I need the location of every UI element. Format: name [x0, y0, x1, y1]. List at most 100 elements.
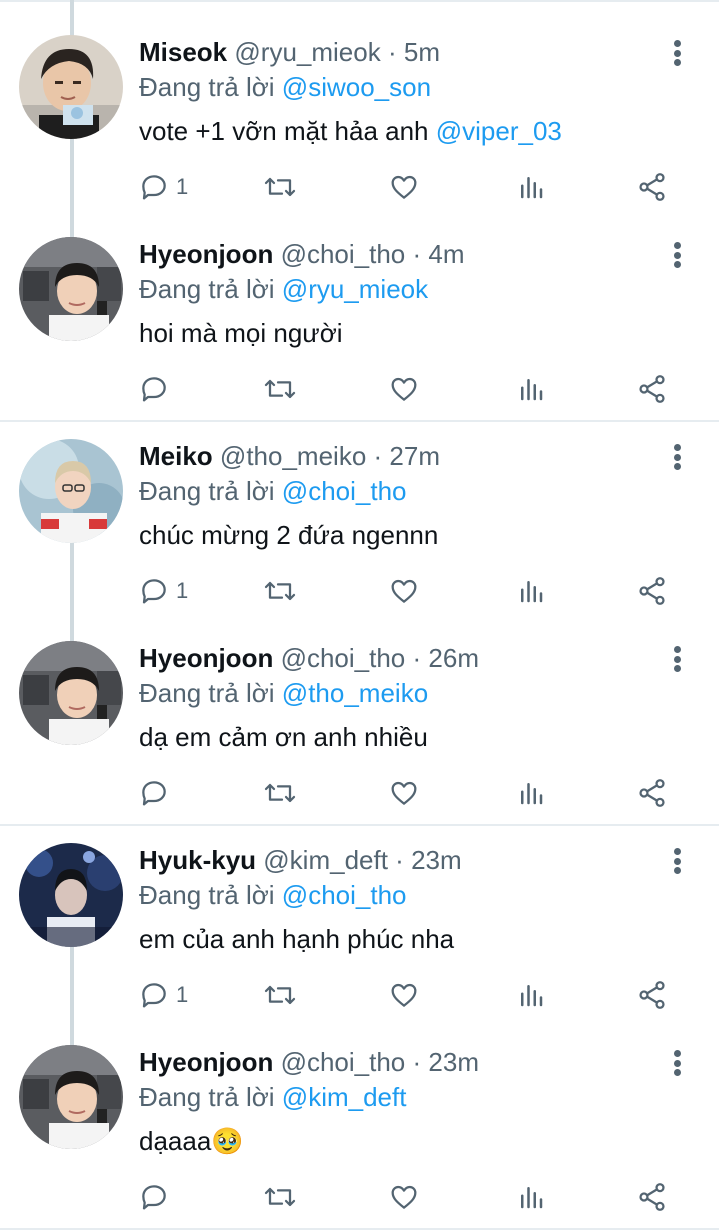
replying-to-mention[interactable]: @choi_tho — [282, 476, 407, 506]
reply-icon — [142, 579, 166, 604]
replying-to-label: Đang trả lời — [139, 72, 275, 102]
stats-button[interactable] — [516, 571, 546, 611]
like-button[interactable] — [388, 167, 420, 207]
stats-icon — [521, 177, 543, 199]
share-icon — [639, 375, 665, 403]
avatar-hyeonjoon[interactable] — [19, 237, 123, 341]
retweet-icon — [264, 985, 296, 1005]
share-button[interactable] — [636, 369, 668, 409]
replying-to-mention[interactable]: @siwoo_son — [282, 72, 431, 102]
stats-button[interactable] — [516, 1177, 546, 1217]
reply-icon — [142, 983, 166, 1008]
share-button[interactable] — [636, 773, 668, 813]
replying-to-mention[interactable]: @ryu_mieok — [282, 274, 428, 304]
like-button[interactable] — [388, 571, 420, 611]
reply-button[interactable] — [138, 1177, 170, 1217]
display-name[interactable]: Meiko — [139, 441, 213, 471]
reply-button[interactable]: 1 — [138, 571, 188, 611]
retweet-button[interactable] — [262, 167, 298, 207]
retweet-icon — [264, 177, 296, 197]
user-handle[interactable]: @ryu_mieok — [234, 37, 380, 67]
tweet[interactable]: Hyeonjoon @choi_tho · 26m Đang trả lời @… — [0, 606, 719, 808]
tweet[interactable]: Hyeonjoon @choi_tho · 4m Đang trả lời @r… — [0, 202, 719, 404]
retweet-button[interactable] — [262, 975, 298, 1015]
user-handle[interactable]: @choi_tho — [281, 643, 406, 673]
reply-button[interactable] — [138, 369, 170, 409]
more-icon[interactable] — [664, 844, 690, 878]
avatar-meiko[interactable] — [19, 439, 123, 543]
retweet-button[interactable] — [262, 773, 298, 813]
more-icon[interactable] — [664, 1046, 690, 1080]
reply-button[interactable]: 1 — [138, 167, 188, 207]
replying-to-mention[interactable]: @choi_tho — [282, 880, 407, 910]
timestamp[interactable]: 4m — [428, 239, 464, 269]
user-handle[interactable]: @choi_tho — [281, 1047, 406, 1077]
stats-button[interactable] — [516, 975, 546, 1015]
reply-icon — [142, 377, 166, 402]
tweet[interactable]: Meiko @tho_meiko · 27m Đang trả lời @cho… — [0, 404, 719, 606]
reply-button[interactable] — [138, 773, 170, 813]
share-button[interactable] — [636, 571, 668, 611]
tweet-text-part: chúc mừng 2 đứa ngennn — [139, 520, 439, 550]
display-name[interactable]: Hyeonjoon — [139, 643, 273, 673]
share-button[interactable] — [636, 1177, 668, 1217]
stats-button[interactable] — [516, 773, 546, 813]
more-icon[interactable] — [664, 642, 690, 676]
separator-dot: · — [373, 441, 383, 471]
display-name[interactable]: Miseok — [139, 37, 227, 67]
user-handle[interactable]: @tho_meiko — [220, 441, 366, 471]
reply-button[interactable]: 1 — [138, 975, 188, 1015]
stats-icon — [521, 985, 543, 1007]
stats-button[interactable] — [516, 369, 546, 409]
replying-to-label: Đang trả lời — [139, 1082, 275, 1112]
reply-icon — [142, 1185, 166, 1210]
timestamp[interactable]: 23m — [411, 845, 462, 875]
more-icon[interactable] — [664, 440, 690, 474]
tweet[interactable]: Hyuk-kyu @kim_deft · 23m Đang trả lời @c… — [0, 808, 719, 1010]
retweet-button[interactable] — [262, 571, 298, 611]
avatar-miseok[interactable] — [19, 35, 123, 139]
tweet[interactable]: Miseok @ryu_mieok · 5m Đang trả lời @siw… — [0, 0, 719, 202]
avatar-hyeonjoon[interactable] — [19, 1045, 123, 1149]
tweet-text-part: hoi mà mọi người — [139, 318, 343, 348]
like-button[interactable] — [388, 975, 420, 1015]
timestamp[interactable]: 23m — [428, 1047, 479, 1077]
tweet-header: Hyeonjoon @choi_tho · 23m — [139, 1046, 479, 1078]
retweet-icon — [264, 379, 296, 399]
avatar-hyeonjoon[interactable] — [19, 641, 123, 745]
retweet-icon — [264, 581, 296, 601]
display-name[interactable]: Hyeonjoon — [139, 239, 273, 269]
stats-button[interactable] — [516, 167, 546, 207]
tweet-header: Miseok @ryu_mieok · 5m — [139, 36, 440, 68]
display-name[interactable]: Hyuk-kyu — [139, 845, 256, 875]
reply-icon — [142, 175, 166, 200]
tweet-header: Meiko @tho_meiko · 27m — [139, 440, 440, 472]
timestamp[interactable]: 5m — [404, 37, 440, 67]
stats-icon — [521, 379, 543, 401]
action-bar: 1 — [0, 167, 719, 207]
tweet[interactable]: Hyeonjoon @choi_tho · 23m Đang trả lời @… — [0, 1010, 719, 1212]
retweet-button[interactable] — [262, 1177, 298, 1217]
more-icon[interactable] — [664, 36, 690, 70]
more-icon[interactable] — [664, 238, 690, 272]
timestamp[interactable]: 26m — [428, 643, 479, 673]
like-button[interactable] — [388, 369, 420, 409]
replying-to: Đang trả lời @kim_deft — [139, 1081, 406, 1113]
reply-icon — [142, 781, 166, 806]
user-handle[interactable]: @kim_deft — [263, 845, 388, 875]
tweet-mention[interactable]: @viper_03 — [436, 116, 562, 146]
display-name[interactable]: Hyeonjoon — [139, 1047, 273, 1077]
replying-to-mention[interactable]: @kim_deft — [282, 1082, 407, 1112]
like-button[interactable] — [388, 773, 420, 813]
replying-to-mention[interactable]: @tho_meiko — [282, 678, 428, 708]
user-handle[interactable]: @choi_tho — [281, 239, 406, 269]
retweet-button[interactable] — [262, 369, 298, 409]
share-button[interactable] — [636, 167, 668, 207]
stats-icon — [521, 1187, 543, 1209]
share-icon — [639, 981, 665, 1009]
avatar-hyuk-kyu[interactable] — [19, 843, 123, 947]
replying-to: Đang trả lời @ryu_mieok — [139, 273, 428, 305]
like-button[interactable] — [388, 1177, 420, 1217]
share-button[interactable] — [636, 975, 668, 1015]
timestamp[interactable]: 27m — [389, 441, 440, 471]
